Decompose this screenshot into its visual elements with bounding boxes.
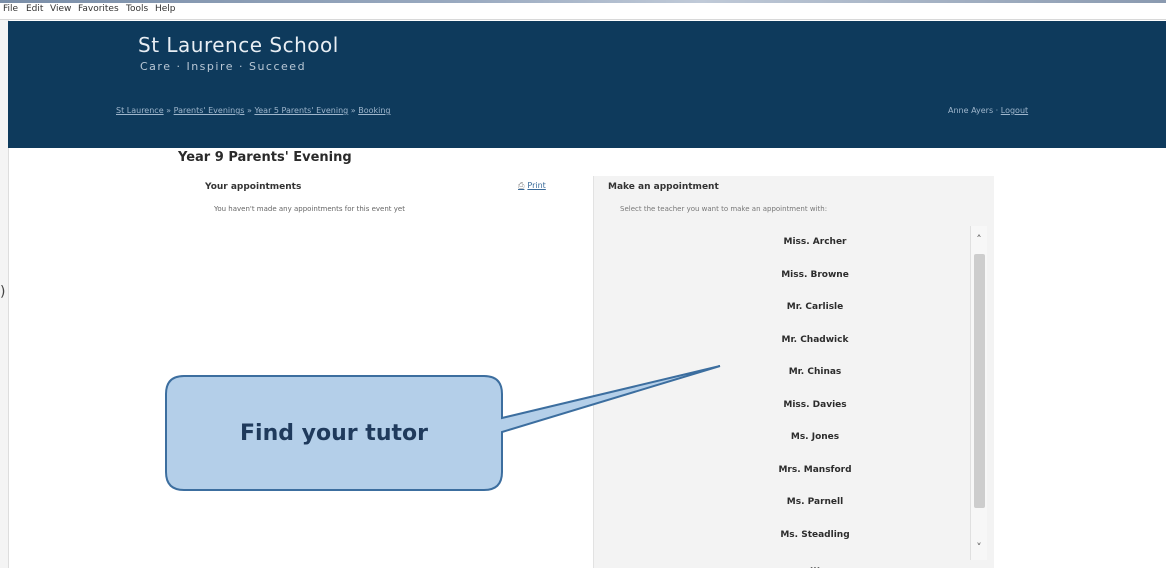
teacher-item[interactable]: Ms. Steadling [680, 519, 950, 552]
teacher-item[interactable]: Mr. Carlisle [680, 291, 950, 324]
scroll-up-arrow-icon[interactable]: ˄ [971, 230, 987, 250]
menu-favorites[interactable]: Favorites [78, 4, 119, 14]
breadcrumb: St Laurence » Parents' Evenings » Year 5… [116, 106, 391, 115]
make-appointment-heading: Make an appointment [608, 182, 719, 192]
menu-tools[interactable]: Tools [126, 4, 148, 14]
print-label: Print [527, 181, 546, 190]
make-appointment-instruction: Select the teacher you want to make an a… [620, 205, 828, 213]
user-name: Anne Ayers [948, 106, 994, 115]
menu-view[interactable]: View [50, 4, 71, 14]
window-title-strip [0, 0, 1166, 3]
user-area: Anne Ayers · Logout [948, 106, 1028, 115]
teacher-item[interactable]: Mrs. Mansford [680, 454, 950, 487]
side-bracket-icon: ) [0, 284, 6, 300]
teacher-item[interactable]: ... [680, 551, 950, 568]
school-name[interactable]: St Laurence School [138, 33, 339, 57]
teacher-item[interactable]: Miss. Archer [680, 226, 950, 259]
menu-help[interactable]: Help [155, 4, 176, 14]
printer-icon: ⎙ [518, 181, 525, 190]
breadcrumb-parents-evenings[interactable]: Parents' Evenings [174, 106, 245, 115]
callout-text: Find your tutor [240, 420, 428, 446]
scroll-down-arrow-icon[interactable]: ˅ [971, 538, 987, 558]
logout-link[interactable]: Logout [1001, 106, 1028, 115]
teacher-item[interactable]: Mr. Chinas [680, 356, 950, 389]
browser-menu-bar: File Edit View Favorites Tools Help [0, 0, 1166, 20]
teacher-item[interactable]: Mr. Chadwick [680, 324, 950, 357]
school-motto: Care · Inspire · Succeed [140, 60, 307, 73]
appointments-heading: Your appointments [205, 182, 302, 192]
menu-edit[interactable]: Edit [26, 4, 43, 14]
teacher-list: Miss. Archer Miss. Browne Mr. Carlisle M… [680, 226, 950, 568]
teacher-list-scrollbar[interactable]: ˄ ˅ [970, 226, 987, 560]
breadcrumb-booking[interactable]: Booking [358, 106, 390, 115]
teacher-item[interactable]: Miss. Davies [680, 389, 950, 422]
print-link[interactable]: ⎙ Print [518, 181, 546, 191]
menu-file[interactable]: File [3, 4, 18, 14]
breadcrumb-home[interactable]: St Laurence [116, 106, 164, 115]
breadcrumb-event[interactable]: Year 5 Parents' Evening [254, 106, 348, 115]
teacher-item[interactable]: Miss. Browne [680, 259, 950, 292]
teacher-item[interactable]: Ms. Parnell [680, 486, 950, 519]
teacher-item[interactable]: Ms. Jones [680, 421, 950, 454]
page-title: Year 9 Parents' Evening [178, 150, 352, 165]
appointments-empty-message: You haven't made any appointments for th… [214, 205, 405, 213]
scroll-thumb[interactable] [974, 254, 985, 508]
breadcrumb-separator: » [166, 106, 174, 115]
